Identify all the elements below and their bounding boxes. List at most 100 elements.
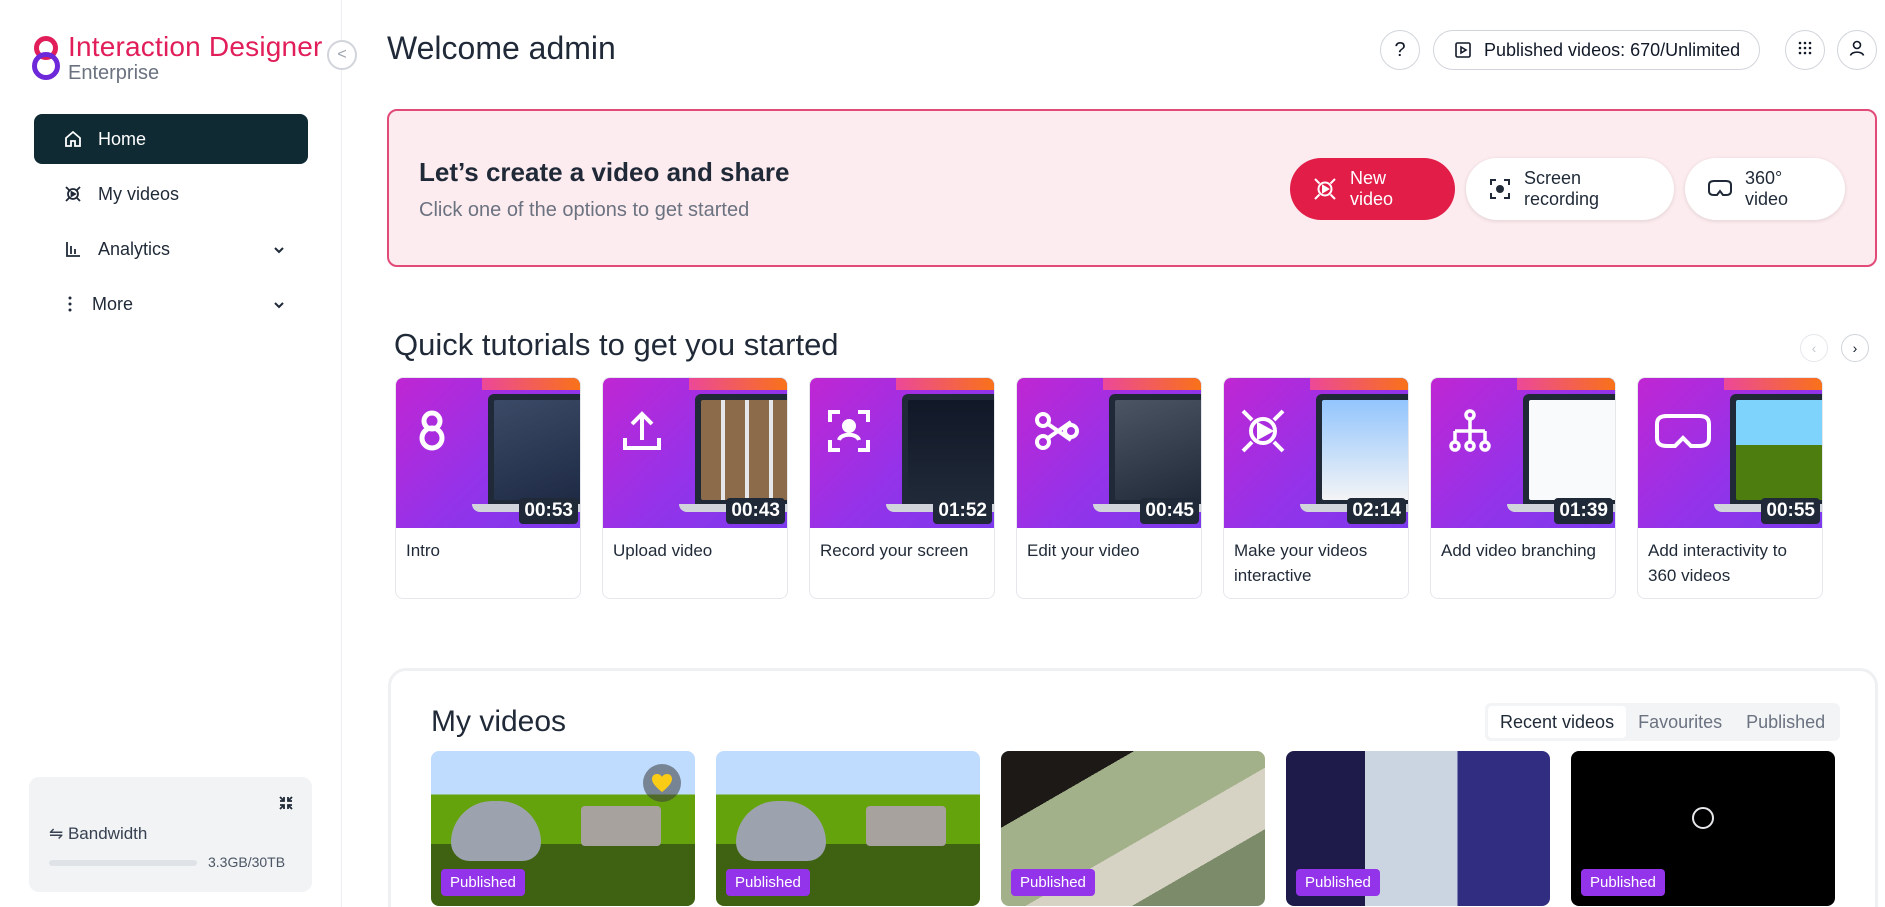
video-360-button[interactable]: 360° video [1685, 158, 1845, 220]
user-icon [1848, 39, 1866, 62]
tutorial-duration: 00:45 [1140, 498, 1199, 524]
chevron-down-icon [272, 241, 286, 262]
screen-recording-button[interactable]: Screen recording [1466, 158, 1674, 220]
tutorial-thumbnail: 00:43 [603, 378, 787, 528]
user-menu-button[interactable] [1837, 30, 1877, 70]
tutorial-card[interactable]: 01:39 Add video branching [1430, 377, 1616, 599]
tutorial-duration: 01:52 [933, 498, 992, 524]
video-card[interactable]: Published [431, 751, 695, 906]
collapse-sidebar-button[interactable]: < [327, 40, 357, 70]
branching-icon [1449, 409, 1491, 452]
tutorial-duration: 02:14 [1347, 498, 1406, 524]
tab-published[interactable]: Published [1734, 706, 1837, 738]
tutorial-card[interactable]: 00:55 Add interactivity to 360 videos [1637, 377, 1823, 599]
brand-subtitle: Enterprise [68, 62, 160, 84]
favourite-button[interactable] [643, 764, 681, 802]
screen-recording-label: Screen recording [1524, 168, 1600, 209]
tutorial-title: Make your videos interactive [1234, 541, 1368, 585]
tutorial-thumbnail: 00:53 [396, 378, 580, 528]
my-videos-panel: My videos Recent videos Favourites Publi… [388, 668, 1878, 907]
video-card[interactable]: Published [1001, 751, 1265, 906]
video-thumbnail-art [581, 806, 661, 846]
sidebar-item-label: Analytics [98, 238, 171, 259]
home-icon [62, 128, 84, 150]
new-video-button[interactable]: New video [1290, 158, 1455, 220]
screen-record-icon [1488, 177, 1512, 201]
new-video-label: New video [1350, 168, 1394, 209]
chevron-down-icon [272, 296, 286, 317]
sidebar-item-home[interactable]: Home [34, 114, 308, 164]
create-video-banner: Let’s create a video and share Click one… [387, 109, 1877, 267]
brand-eight-icon [419, 410, 445, 451]
apps-menu-button[interactable] [1785, 30, 1825, 70]
status-badge: Published [1011, 869, 1095, 896]
tutorial-duration: 00:55 [1761, 498, 1820, 524]
help-button[interactable]: ? [1380, 30, 1420, 70]
video-card[interactable]: Published [1571, 751, 1835, 906]
tutorial-title: Record your screen [820, 541, 969, 560]
tutorials-carousel: 00:53 Intro 00:43 Upload video 01:52 Rec… [395, 377, 1885, 599]
tutorials-title: Quick tutorials to get you started [394, 327, 839, 362]
tab-recent-videos[interactable]: Recent videos [1488, 706, 1627, 738]
tutorial-card[interactable]: 00:53 Intro [395, 377, 581, 599]
video-360-label: 360° video [1745, 168, 1789, 209]
tutorial-card[interactable]: 02:14 Make your videos interactive [1223, 377, 1409, 599]
tutorial-card[interactable]: 01:52 Record your screen [809, 377, 995, 599]
tutorial-title: Add interactivity to 360 videos [1648, 541, 1787, 585]
sidebar-item-more[interactable]: More [34, 279, 308, 329]
video-thumbnail-art [736, 801, 826, 861]
tutorial-title: Edit your video [1027, 541, 1140, 560]
video-thumbnail-art [866, 806, 946, 846]
status-badge: Published [726, 869, 810, 896]
status-badge: Published [1581, 869, 1665, 896]
tutorial-title: Intro [406, 541, 441, 560]
screen-record-icon [828, 410, 870, 452]
status-badge: Published [1296, 869, 1380, 896]
tutorial-duration: 00:43 [726, 498, 785, 524]
sidebar-item-label: More [92, 293, 134, 314]
more-vertical-icon [62, 293, 78, 315]
my-videos-title: My videos [431, 705, 567, 738]
tutorial-card[interactable]: 00:45 Edit your video [1016, 377, 1202, 599]
sidebar-item-analytics[interactable]: Analytics [34, 224, 308, 274]
chevron-left-icon: < [337, 46, 347, 63]
published-videos-button[interactable]: Published videos: 670/Unlimited [1433, 30, 1760, 70]
banner-subtitle: Click one of the options to get started [419, 199, 750, 221]
tutorial-duration: 00:53 [519, 498, 578, 524]
bandwidth-label: ⇋ Bandwidth [49, 824, 148, 843]
sidebar-item-my-videos[interactable]: My videos [34, 169, 308, 219]
video-thumbnail-logo [1692, 807, 1714, 829]
collapse-icon[interactable] [278, 795, 294, 816]
bandwidth-progress [49, 860, 197, 866]
sidebar-nav: Home My videos Analytics More [34, 114, 308, 334]
interactive-video-icon [1241, 409, 1285, 453]
chevron-left-icon: ‹ [1811, 340, 1817, 356]
sidebar-item-label: My videos [98, 183, 180, 204]
tutorial-thumbnail: 01:39 [1431, 378, 1615, 528]
published-videos-count: Published videos: 670/Unlimited [1484, 39, 1741, 60]
page-title: Welcome admin [387, 30, 616, 66]
tutorial-thumbnail: 00:45 [1017, 378, 1201, 528]
video-card[interactable]: Published [1286, 751, 1550, 906]
carousel-prev-button[interactable]: ‹ [1800, 334, 1828, 362]
tutorial-duration: 01:39 [1554, 498, 1613, 524]
brand-logo[interactable]: Interaction Designer Enterprise [32, 32, 323, 84]
published-video-icon [1454, 41, 1472, 59]
video-icon [62, 183, 84, 205]
upload-icon [623, 411, 661, 450]
tutorial-card[interactable]: 00:43 Upload video [602, 377, 788, 599]
logo-mark-icon [32, 32, 62, 80]
carousel-next-button[interactable]: › [1841, 334, 1869, 362]
bandwidth-value: 3.3GB/30TB [208, 854, 286, 870]
sidebar: Interaction Designer Enterprise Home My … [0, 0, 342, 907]
tutorial-thumbnail: 00:55 [1638, 378, 1822, 528]
cut-edit-icon [1035, 412, 1079, 450]
chevron-right-icon: › [1852, 340, 1858, 356]
video-card[interactable]: Published [716, 751, 980, 906]
sidebar-item-label: Home [98, 128, 147, 149]
bandwidth-panel: ⇋ Bandwidth 3.3GB/30TB [29, 777, 312, 892]
banner-title: Let’s create a video and share [419, 157, 790, 187]
tab-favourites[interactable]: Favourites [1626, 706, 1734, 738]
brand-text: Interaction Designer Enterprise [68, 32, 323, 85]
vr-headset-icon [1707, 179, 1733, 199]
